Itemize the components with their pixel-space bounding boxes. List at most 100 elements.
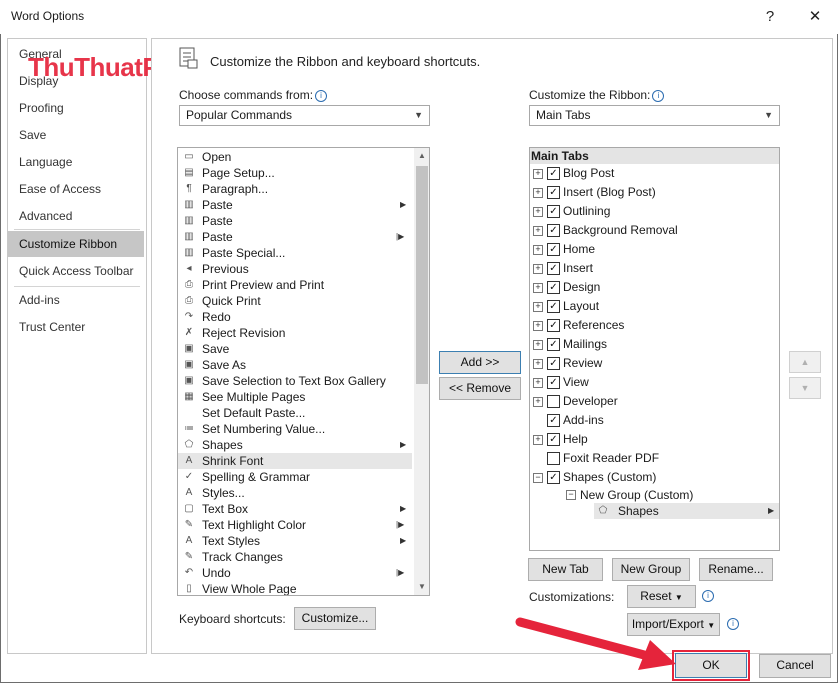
command-item[interactable]: ▯ View Whole Page xyxy=(178,581,412,595)
ribbon-tab-item[interactable]: + ✓ Home xyxy=(530,240,779,259)
ribbon-tab-item[interactable]: + ✓ Background Removal xyxy=(530,221,779,240)
ribbon-tab-item[interactable]: + ✓ Help xyxy=(530,430,779,449)
ribbon-tab-item[interactable]: ✓ Add-ins xyxy=(530,411,779,430)
command-item[interactable]: ≔ Set Numbering Value... xyxy=(178,421,412,437)
command-item[interactable]: ▥ Paste Special... xyxy=(178,245,412,261)
scroll-up-icon[interactable]: ▲ xyxy=(414,148,429,164)
customize-shortcuts-button[interactable]: Customize... xyxy=(294,607,376,630)
ribbon-tab-item[interactable]: + ✓ Design xyxy=(530,278,779,297)
ribbon-tab-item[interactable]: + ✓ Mailings xyxy=(530,335,779,354)
ribbon-tree[interactable]: Main Tabs + ✓ Blog Post + ✓ Insert (Blog Post… xyxy=(529,147,780,551)
command-item[interactable]: ✓ Spelling & Grammar xyxy=(178,469,412,485)
command-item[interactable]: ▥ Paste |▶ xyxy=(178,229,412,245)
customize-ribbon-dropdown[interactable]: Main Tabs ▼ xyxy=(529,105,780,126)
ribbon-tab-item[interactable]: − ✓ Shapes (Custom) xyxy=(530,468,779,487)
command-item[interactable]: ⬠ Shapes ▶ xyxy=(178,437,412,453)
checkbox-icon[interactable]: ✓ xyxy=(547,433,560,446)
command-item[interactable]: ↶ Undo |▶ xyxy=(178,565,412,581)
command-item[interactable]: ✎ Track Changes xyxy=(178,549,412,565)
expand-icon[interactable]: + xyxy=(533,321,543,331)
expand-icon[interactable]: + xyxy=(533,340,543,350)
command-item[interactable]: ⎙ Quick Print xyxy=(178,293,412,309)
nav-item-ease-of-access[interactable]: Ease of Access xyxy=(8,176,144,202)
checkbox-icon[interactable] xyxy=(547,395,560,408)
command-item[interactable]: Set Default Paste... xyxy=(178,405,412,421)
collapse-icon[interactable]: − xyxy=(533,473,543,483)
nav-item-add-ins[interactable]: Add-ins xyxy=(8,287,144,313)
checkbox-icon[interactable]: ✓ xyxy=(547,262,560,275)
checkbox-icon[interactable]: ✓ xyxy=(547,319,560,332)
expand-icon[interactable]: + xyxy=(533,245,543,255)
expand-icon[interactable]: + xyxy=(533,359,543,369)
expand-icon[interactable]: + xyxy=(533,397,543,407)
nav-item-language[interactable]: Language xyxy=(8,149,144,175)
checkbox-icon[interactable]: ✓ xyxy=(547,224,560,237)
nav-item-advanced[interactable]: Advanced xyxy=(8,203,144,229)
checkbox-icon[interactable]: ✓ xyxy=(547,167,560,180)
tree-group-row[interactable]: − New Group (Custom) xyxy=(530,487,779,503)
ribbon-tab-item[interactable]: + ✓ Outlining xyxy=(530,202,779,221)
command-item[interactable]: ▣ Save xyxy=(178,341,412,357)
choose-commands-dropdown[interactable]: Popular Commands ▼ xyxy=(179,105,430,126)
new-tab-button[interactable]: New Tab xyxy=(528,558,603,581)
commands-listbox[interactable]: ▭ Open ▤ Page Setup... ¶ Paragraph... ▥ Paste ▶ ▥… xyxy=(177,147,430,596)
expand-icon[interactable]: + xyxy=(533,378,543,388)
command-item[interactable]: ▭ Open xyxy=(178,149,412,165)
checkbox-icon[interactable]: ✓ xyxy=(547,300,560,313)
commands-scrollbar[interactable]: ▲ ▼ xyxy=(414,148,429,595)
checkbox-icon[interactable]: ✓ xyxy=(547,357,560,370)
command-item[interactable]: ⎙ Print Preview and Print xyxy=(178,277,412,293)
ribbon-tab-item[interactable]: + ✓ Insert (Blog Post) xyxy=(530,183,779,202)
checkbox-icon[interactable]: ✓ xyxy=(547,338,560,351)
move-down-button[interactable]: ▼ xyxy=(789,377,821,399)
checkbox-icon[interactable]: ✓ xyxy=(547,414,560,427)
expand-icon[interactable]: + xyxy=(533,188,543,198)
remove-button[interactable]: << Remove xyxy=(439,377,521,400)
command-item[interactable]: ▣ Save Selection to Text Box Gallery xyxy=(178,373,412,389)
scroll-thumb[interactable] xyxy=(416,166,428,384)
command-item[interactable]: ↷ Redo xyxy=(178,309,412,325)
command-item[interactable]: ▤ Page Setup... xyxy=(178,165,412,181)
nav-item-proofing[interactable]: Proofing xyxy=(8,95,144,121)
expand-icon[interactable]: + xyxy=(533,435,543,445)
add-button[interactable]: Add >> xyxy=(439,351,521,374)
rename-button[interactable]: Rename... xyxy=(699,558,773,581)
ribbon-tab-item[interactable]: + Developer xyxy=(530,392,779,411)
expand-icon[interactable]: + xyxy=(533,283,543,293)
ribbon-tab-item[interactable]: + ✓ Review xyxy=(530,354,779,373)
command-item[interactable]: ▦ See Multiple Pages xyxy=(178,389,412,405)
nav-item-trust-center[interactable]: Trust Center xyxy=(8,314,144,340)
new-group-button[interactable]: New Group xyxy=(612,558,690,581)
expand-icon[interactable]: + xyxy=(533,169,543,179)
expand-icon[interactable]: + xyxy=(533,302,543,312)
expand-icon[interactable]: + xyxy=(533,207,543,217)
command-item[interactable]: A Shrink Font xyxy=(178,453,412,469)
help-button[interactable]: ? xyxy=(755,4,785,30)
tree-command-row[interactable]: ⬠ Shapes ▶ xyxy=(594,503,779,519)
ribbon-tab-item[interactable]: + ✓ View xyxy=(530,373,779,392)
command-item[interactable]: ▥ Paste ▶ xyxy=(178,197,412,213)
scroll-down-icon[interactable]: ▼ xyxy=(414,579,429,595)
checkbox-icon[interactable]: ✓ xyxy=(547,243,560,256)
checkbox-icon[interactable]: ✓ xyxy=(547,376,560,389)
command-item[interactable]: ▥ Paste xyxy=(178,213,412,229)
command-item[interactable]: A Text Styles ▶ xyxy=(178,533,412,549)
command-item[interactable]: ✗ Reject Revision xyxy=(178,325,412,341)
checkbox-icon[interactable]: ✓ xyxy=(547,471,560,484)
ribbon-tab-item[interactable]: Foxit Reader PDF xyxy=(530,449,779,468)
nav-item-customize-ribbon[interactable]: Customize Ribbon xyxy=(8,231,144,257)
nav-item-quick-access-toolbar[interactable]: Quick Access Toolbar xyxy=(8,258,144,284)
expand-icon[interactable]: + xyxy=(533,226,543,236)
nav-item-save[interactable]: Save xyxy=(8,122,144,148)
ribbon-tab-item[interactable]: + ✓ Blog Post xyxy=(530,164,779,183)
command-item[interactable]: A Styles... xyxy=(178,485,412,501)
checkbox-icon[interactable] xyxy=(547,452,560,465)
expand-icon[interactable]: + xyxy=(533,264,543,274)
command-item[interactable]: ¶ Paragraph... xyxy=(178,181,412,197)
ribbon-tab-item[interactable]: + ✓ Layout xyxy=(530,297,779,316)
move-up-button[interactable]: ▲ xyxy=(789,351,821,373)
command-item[interactable]: ▣ Save As xyxy=(178,357,412,373)
command-item[interactable]: ✎ Text Highlight Color |▶ xyxy=(178,517,412,533)
checkbox-icon[interactable]: ✓ xyxy=(547,281,560,294)
reset-button[interactable]: Reset ▼ xyxy=(627,585,696,608)
